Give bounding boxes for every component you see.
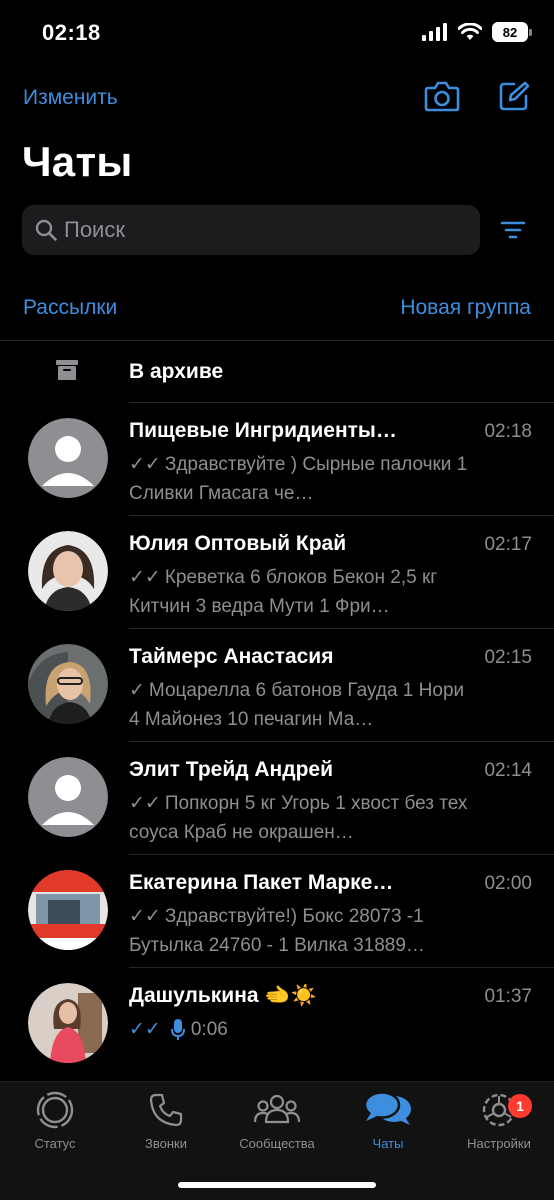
battery-level: 82 [492,22,528,42]
broadcasts-link[interactable]: Рассылки [23,296,117,320]
tab-label: Звонки [145,1136,187,1151]
battery-indicator: 82 [492,22,532,42]
chat-preview-text: Креветка 6 блоков Бекон 2,5 кг Китчин 3 … [129,567,438,617]
avatar-photo [28,531,108,611]
chat-list: Пищевые Ингридиенты… 02:18 ✓✓ Здравствуйт… [0,403,554,1081]
filter-icon [500,221,526,239]
tab-calls[interactable]: Звонки [111,1090,221,1151]
tab-label: Сообщества [239,1136,315,1151]
section-divider [0,340,554,341]
chat-preview: ✓ Моцарелла 6 батонов Гауда 1 Нори 4 Майо… [129,676,479,734]
chat-row[interactable]: Юлия Оптовый Край 02:17 ✓✓ Креветка 6 бло… [0,516,554,629]
status-icon [36,1091,74,1129]
chat-time: 02:00 [484,873,532,894]
chat-preview: ✓✓ Здравствуйте ) Сырные палочки 1 Сливки… [129,450,479,508]
notification-badge: 1 [508,1094,532,1118]
search-bar[interactable]: Поиск [22,205,480,255]
chat-row[interactable]: Дашулькина 🫲☀️ 01:37 ✓✓ 0:06 [0,968,554,1081]
double-check-icon: ✓✓ [129,454,161,475]
cellular-signal-icon [422,23,447,41]
compose-button[interactable] [498,80,530,117]
chats-icon [363,1091,411,1125]
home-indicator [178,1182,376,1188]
avatar-store-logo [28,870,108,950]
archive-label: В архиве [129,360,224,383]
chat-time: 01:37 [484,986,532,1007]
phone-icon [149,1093,183,1127]
tab-chats[interactable]: Чаты [333,1090,443,1151]
chat-preview: ✓✓ 0:06 [129,1015,479,1044]
microphone-icon [170,1018,185,1040]
search-placeholder: Поиск [64,217,125,242]
avatar-photo [28,983,108,1063]
battery-cap [529,28,532,36]
page-title: Чаты [22,138,133,185]
edit-button[interactable]: Изменить [23,86,118,110]
tab-communities[interactable]: Сообщества [222,1090,332,1151]
chats-screen: 02:18 82 Изменить Чаты Поиск Рассылки Но… [0,0,554,1200]
status-bar: 02:18 82 [0,0,554,70]
chat-row[interactable]: Элит Трейд Андрей 02:14 ✓✓ Попкорн 5 кг У… [0,742,554,855]
tab-label: Настройки [467,1136,531,1151]
double-check-icon: ✓✓ [129,793,161,814]
tab-settings[interactable]: 1 Настройки [444,1090,554,1151]
communities-icon [254,1094,300,1124]
filter-button[interactable] [500,220,526,245]
tab-label: Статус [34,1136,76,1151]
chat-preview-text: Попкорн 5 кг Угорь 1 хвост без тех соуса… [129,793,468,843]
status-time: 02:18 [42,20,101,45]
avatar-placeholder [28,418,108,498]
double-check-read-icon: ✓✓ [129,1019,161,1040]
chat-name: Екатерина Пакет Марке… [129,871,394,894]
chat-name: Юлия Оптовый Край [129,532,347,555]
new-group-link[interactable]: Новая группа [400,296,531,320]
chat-preview-text: Здравствуйте ) Сырные палочки 1 Сливки Г… [129,454,468,504]
status-icons: 82 [422,22,532,42]
camera-icon [424,81,460,112]
chat-name: Таймерс Анастасия [129,645,334,668]
double-check-icon: ✓✓ [129,906,161,927]
chat-time: 02:17 [484,534,532,555]
chat-row[interactable]: Пищевые Ингридиенты… 02:18 ✓✓ Здравствуйт… [0,403,554,516]
avatar-photo [28,644,108,724]
single-check-icon: ✓ [129,680,145,701]
chat-time: 02:15 [484,647,532,668]
chat-preview: ✓✓ Креветка 6 блоков Бекон 2,5 кг Китчин … [129,563,479,621]
chat-row[interactable]: Таймерс Анастасия 02:15 ✓ Моцарелла 6 бат… [0,629,554,742]
avatar-placeholder [28,757,108,837]
double-check-icon: ✓✓ [129,567,161,588]
wifi-icon [458,23,482,40]
search-icon [34,217,60,243]
chat-preview-text: Моцарелла 6 батонов Гауда 1 Нори 4 Майон… [129,680,465,730]
tab-label: Чаты [372,1136,404,1151]
chat-row[interactable]: Екатерина Пакет Марке… 02:00 ✓✓ Здравству… [0,855,554,968]
archive-box-icon [56,360,78,380]
chat-name: Пищевые Ингридиенты… [129,419,397,442]
tab-status[interactable]: Статус [0,1090,110,1151]
voice-duration: 0:06 [190,1019,228,1040]
chat-preview-text: Здравствуйте!) Бокс 28073 -1 Бутылка 247… [129,906,425,956]
chat-time: 02:18 [484,421,532,442]
chat-name: Элит Трейд Андрей [129,758,333,781]
chat-preview: ✓✓ Здравствуйте!) Бокс 28073 -1 Бутылка 2… [129,902,479,960]
compose-icon [499,81,530,111]
chat-time: 02:14 [484,760,532,781]
chat-preview: ✓✓ Попкорн 5 кг Угорь 1 хвост без тех соу… [129,789,479,847]
archived-chats-row[interactable]: В архиве [0,342,554,402]
camera-button[interactable] [424,80,460,117]
chat-name: Дашулькина 🫲☀️ [129,984,317,1007]
